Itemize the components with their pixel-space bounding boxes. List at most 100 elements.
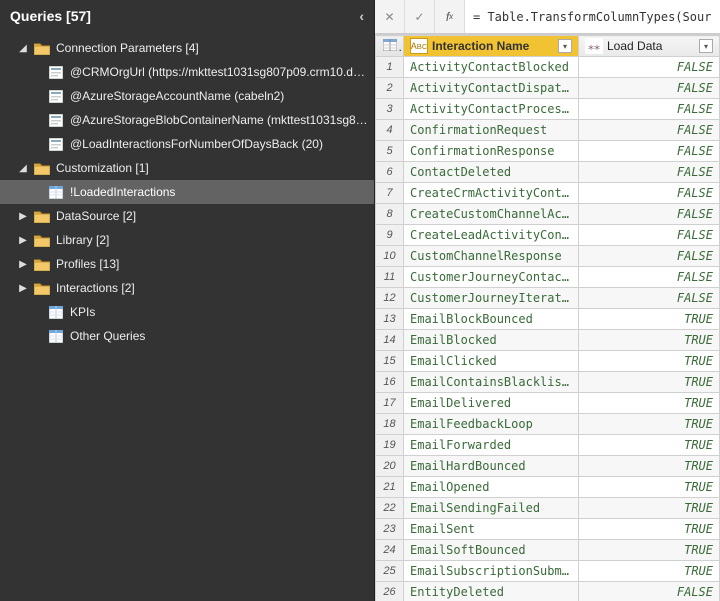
folder-profiles[interactable]: ▶Profiles [13] <box>0 252 374 276</box>
param-crmorgurl-https-mkttest1031sg807p09-crm10-dy[interactable]: @CRMOrgUrl (https://mkttest1031sg807p09.… <box>0 60 374 84</box>
cell-interaction-name[interactable]: EntityDeleted <box>404 582 579 601</box>
chevron-right-icon[interactable]: ▶ <box>18 235 28 246</box>
cell-load-data[interactable]: TRUE <box>579 561 720 582</box>
chevron-right-icon[interactable]: ▶ <box>18 259 28 270</box>
cell-interaction-name[interactable]: ContactDeleted <box>404 162 579 183</box>
cell-interaction-name[interactable]: EmailHardBounced <box>404 456 579 477</box>
cell-interaction-name[interactable]: EmailClicked <box>404 351 579 372</box>
table-row[interactable]: 15EmailClickedTRUE <box>376 351 720 372</box>
chevron-down-icon[interactable]: ◢ <box>18 43 28 54</box>
cell-interaction-name[interactable]: EmailSubscriptionSubmit <box>404 561 579 582</box>
collapse-pane-icon[interactable]: ‹ <box>359 8 364 24</box>
cell-interaction-name[interactable]: EmailSendingFailed <box>404 498 579 519</box>
table-row[interactable]: 20EmailHardBouncedTRUE <box>376 456 720 477</box>
cell-interaction-name[interactable]: EmailSent <box>404 519 579 540</box>
table-row[interactable]: 16EmailContainsBlacklist…TRUE <box>376 372 720 393</box>
cell-load-data[interactable]: TRUE <box>579 540 720 561</box>
cell-load-data[interactable]: FALSE <box>579 141 720 162</box>
cell-interaction-name[interactable]: CreateLeadActivityCont… <box>404 225 579 246</box>
cell-interaction-name[interactable]: CreateCustomChannelAct… <box>404 204 579 225</box>
cell-load-data[interactable]: FALSE <box>579 225 720 246</box>
cell-load-data[interactable]: TRUE <box>579 309 720 330</box>
table-row[interactable]: 11CustomerJourneyContact…FALSE <box>376 267 720 288</box>
column-header-interaction-name[interactable]: ABC Interaction Name ▾ <box>404 36 579 57</box>
cell-interaction-name[interactable]: EmailDelivered <box>404 393 579 414</box>
column-header-load-data[interactable]: ⁎⁎ Load Data ▾ <box>579 36 720 57</box>
cell-interaction-name[interactable]: CreateCrmActivityConta… <box>404 183 579 204</box>
table-row[interactable]: 26EntityDeletedFALSE <box>376 582 720 601</box>
cell-load-data[interactable]: FALSE <box>579 57 720 78</box>
cell-interaction-name[interactable]: EmailSoftBounced <box>404 540 579 561</box>
folder-connection-parameters[interactable]: ◢Connection Parameters [4] <box>0 36 374 60</box>
cell-load-data[interactable]: FALSE <box>579 288 720 309</box>
param-azurestorageblobcontainername-mkttest1031sg80[interactable]: @AzureStorageBlobContainerName (mkttest1… <box>0 108 374 132</box>
cell-interaction-name[interactable]: CustomChannelResponse <box>404 246 579 267</box>
table-row[interactable]: 3ActivityContactProcess…FALSE <box>376 99 720 120</box>
table-row[interactable]: 25EmailSubscriptionSubmitTRUE <box>376 561 720 582</box>
cell-load-data[interactable]: FALSE <box>579 246 720 267</box>
cancel-formula-button[interactable]: ✕ <box>375 0 405 33</box>
commit-formula-button[interactable]: ✓ <box>405 0 435 33</box>
cell-load-data[interactable]: TRUE <box>579 477 720 498</box>
param-loadinteractionsfornumberofdaysback-20[interactable]: @LoadInteractionsForNumberOfDaysBack (20… <box>0 132 374 156</box>
table-row[interactable]: 13EmailBlockBouncedTRUE <box>376 309 720 330</box>
param-azurestorageaccountname-cabeln2[interactable]: @AzureStorageAccountName (cabeln2) <box>0 84 374 108</box>
cell-interaction-name[interactable]: EmailBlocked <box>404 330 579 351</box>
cell-load-data[interactable]: FALSE <box>579 78 720 99</box>
cell-load-data[interactable]: TRUE <box>579 456 720 477</box>
cell-load-data[interactable]: TRUE <box>579 372 720 393</box>
cell-load-data[interactable]: FALSE <box>579 267 720 288</box>
table-row[interactable]: 18EmailFeedbackLoopTRUE <box>376 414 720 435</box>
table-row[interactable]: 21EmailOpenedTRUE <box>376 477 720 498</box>
folder-datasource[interactable]: ▶DataSource [2] <box>0 204 374 228</box>
table-row[interactable]: 24EmailSoftBouncedTRUE <box>376 540 720 561</box>
table-row[interactable]: 7CreateCrmActivityConta…FALSE <box>376 183 720 204</box>
query-kpis[interactable]: KPIs <box>0 300 374 324</box>
folder-customization[interactable]: ◢Customization [1] <box>0 156 374 180</box>
table-row[interactable]: 1ActivityContactBlockedFALSE <box>376 57 720 78</box>
query-loadedinteractions[interactable]: !LoadedInteractions <box>0 180 374 204</box>
formula-input[interactable] <box>465 0 720 33</box>
cell-load-data[interactable]: TRUE <box>579 351 720 372</box>
cell-load-data[interactable]: TRUE <box>579 414 720 435</box>
filter-dropdown-icon[interactable]: ▾ <box>699 39 713 53</box>
folder-interactions[interactable]: ▶Interactions [2] <box>0 276 374 300</box>
table-row[interactable]: 6ContactDeletedFALSE <box>376 162 720 183</box>
folder-library[interactable]: ▶Library [2] <box>0 228 374 252</box>
table-row[interactable]: 19EmailForwardedTRUE <box>376 435 720 456</box>
cell-load-data[interactable]: FALSE <box>579 204 720 225</box>
table-row[interactable]: 5ConfirmationResponseFALSE <box>376 141 720 162</box>
chevron-right-icon[interactable]: ▶ <box>18 211 28 222</box>
cell-interaction-name[interactable]: CustomerJourneyContact… <box>404 267 579 288</box>
table-row[interactable]: 10CustomChannelResponseFALSE <box>376 246 720 267</box>
cell-interaction-name[interactable]: CustomerJourneyIterati… <box>404 288 579 309</box>
chevron-right-icon[interactable]: ▶ <box>18 283 28 294</box>
cell-load-data[interactable]: TRUE <box>579 393 720 414</box>
table-row[interactable]: 23EmailSentTRUE <box>376 519 720 540</box>
cell-load-data[interactable]: FALSE <box>579 582 720 601</box>
filter-dropdown-icon[interactable]: ▾ <box>558 39 572 53</box>
table-row[interactable]: 8CreateCustomChannelAct…FALSE <box>376 204 720 225</box>
table-row[interactable]: 22EmailSendingFailedTRUE <box>376 498 720 519</box>
cell-interaction-name[interactable]: EmailOpened <box>404 477 579 498</box>
cell-interaction-name[interactable]: ConfirmationRequest <box>404 120 579 141</box>
cell-interaction-name[interactable]: ActivityContactProcess… <box>404 99 579 120</box>
table-row[interactable]: 17EmailDeliveredTRUE <box>376 393 720 414</box>
cell-load-data[interactable]: TRUE <box>579 519 720 540</box>
table-row[interactable]: 4ConfirmationRequestFALSE <box>376 120 720 141</box>
cell-load-data[interactable]: FALSE <box>579 162 720 183</box>
cell-load-data[interactable]: FALSE <box>579 99 720 120</box>
cell-interaction-name[interactable]: ActivityContactBlocked <box>404 57 579 78</box>
table-row[interactable]: 2ActivityContactDispatc…FALSE <box>376 78 720 99</box>
cell-interaction-name[interactable]: EmailFeedbackLoop <box>404 414 579 435</box>
cell-interaction-name[interactable]: EmailForwarded <box>404 435 579 456</box>
table-row[interactable]: 9CreateLeadActivityCont…FALSE <box>376 225 720 246</box>
cell-interaction-name[interactable]: EmailContainsBlacklist… <box>404 372 579 393</box>
cell-load-data[interactable]: FALSE <box>579 120 720 141</box>
query-other-queries[interactable]: Other Queries <box>0 324 374 348</box>
cell-load-data[interactable]: TRUE <box>579 435 720 456</box>
table-row[interactable]: 14EmailBlockedTRUE <box>376 330 720 351</box>
cell-interaction-name[interactable]: ConfirmationResponse <box>404 141 579 162</box>
cell-load-data[interactable]: FALSE <box>579 183 720 204</box>
chevron-down-icon[interactable]: ◢ <box>18 163 28 174</box>
